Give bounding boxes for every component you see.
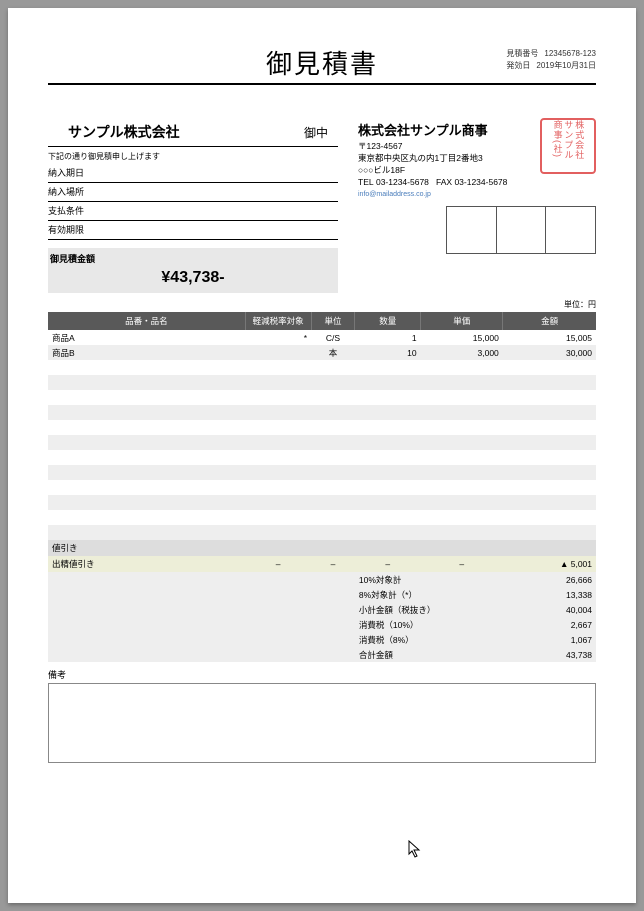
table-row: [48, 405, 596, 420]
header: 見積番号12345678-123 発効日2019年10月31日 御見積書: [48, 44, 596, 85]
col-qty: 数量: [355, 312, 421, 330]
summary-row: 消費税（8%）1,067: [48, 632, 596, 647]
meta-block: 見積番号 12345678-123 発効日 2019年10月31日: [506, 48, 596, 72]
payment-row: 支払条件: [48, 202, 338, 221]
notes-label: 備考: [48, 668, 596, 681]
col-name: 品番・品名: [48, 312, 245, 330]
total-label: 御見積金額: [48, 248, 338, 265]
summary-table: 10%対象計26,6668%対象計（*）13,338小計金額（税抜き）40,00…: [48, 572, 596, 662]
upper-block: サンプル株式会社 御中 下記の通り御見積申し上げます 納入期日 納入場所 支払条…: [48, 120, 596, 293]
issue-date: 2019年10月31日: [536, 60, 596, 72]
approval-boxes: [446, 206, 596, 254]
table-row: 商品B本103,00030,000: [48, 345, 596, 360]
vendor-contact: TEL 03-1234-5678 FAX 03-1234-5678: [358, 177, 596, 189]
discount-row: 値引き: [48, 540, 596, 556]
table-row: 商品A*C/S115,00015,005: [48, 330, 596, 345]
summary-row: 8%対象計（*）13,338: [48, 587, 596, 602]
quote-no: 12345678-123: [544, 48, 596, 60]
notes-box[interactable]: [48, 683, 596, 763]
quote-no-label: 見積番号: [506, 48, 538, 60]
table-header-row: 品番・品名 軽減税率対象 単位 数量 単価 金額: [48, 312, 596, 330]
quotation-page: 見積番号12345678-123 発効日2019年10月31日 御見積書 サンプ…: [8, 8, 636, 903]
table-row: [48, 435, 596, 450]
customer-block: サンプル株式会社 御中 下記の通り御見積申し上げます 納入期日 納入場所 支払条…: [48, 120, 338, 293]
honorific: 御中: [304, 124, 328, 141]
summary-row: 合計金額43,738: [48, 647, 596, 662]
table-row: [48, 525, 596, 540]
table-row: [48, 390, 596, 405]
summary-row: 消費税（10%）2,667: [48, 617, 596, 632]
table-row: [48, 480, 596, 495]
unit-note: 単位：円: [48, 299, 596, 310]
table-row: [48, 495, 596, 510]
col-unit: 単位: [311, 312, 355, 330]
vendor-mail: info@mailaddress.co.jp: [358, 191, 596, 198]
total-box: 御見積金額 ¥43,738-: [48, 248, 338, 293]
issue-label: 発効日: [506, 60, 530, 72]
delivery-date-row: 納入期日: [48, 164, 338, 183]
company-seal: 株式会社 サンプル 商事(社): [540, 118, 596, 174]
items-table: 品番・品名 軽減税率対象 単位 数量 単価 金額 商品A*C/S115,0001…: [48, 312, 596, 572]
customer-name: サンプル株式会社: [48, 122, 180, 142]
col-amount: 金額: [503, 312, 596, 330]
valid-until-row: 有効期限: [48, 221, 338, 240]
summary-row: 小計金額（税抜き）40,004: [48, 602, 596, 617]
table-row: [48, 510, 596, 525]
discount-row: 出精値引き––––▲ 5,001: [48, 556, 596, 572]
table-row: [48, 465, 596, 480]
delivery-place-row: 納入場所: [48, 183, 338, 202]
intro-text: 下記の通り御見積申し上げます: [48, 151, 338, 162]
summary-row: 10%対象計26,666: [48, 572, 596, 587]
col-price: 単価: [421, 312, 503, 330]
table-row: [48, 360, 596, 375]
table-row: [48, 450, 596, 465]
total-value: ¥43,738-: [48, 265, 338, 293]
cursor-icon: [408, 840, 422, 861]
table-row: [48, 375, 596, 390]
col-reduced: 軽減税率対象: [245, 312, 311, 330]
table-row: [48, 420, 596, 435]
vendor-block: 株式会社 サンプル 商事(社) 株式会社サンプル商事 〒123-4567 東京都…: [358, 120, 596, 293]
